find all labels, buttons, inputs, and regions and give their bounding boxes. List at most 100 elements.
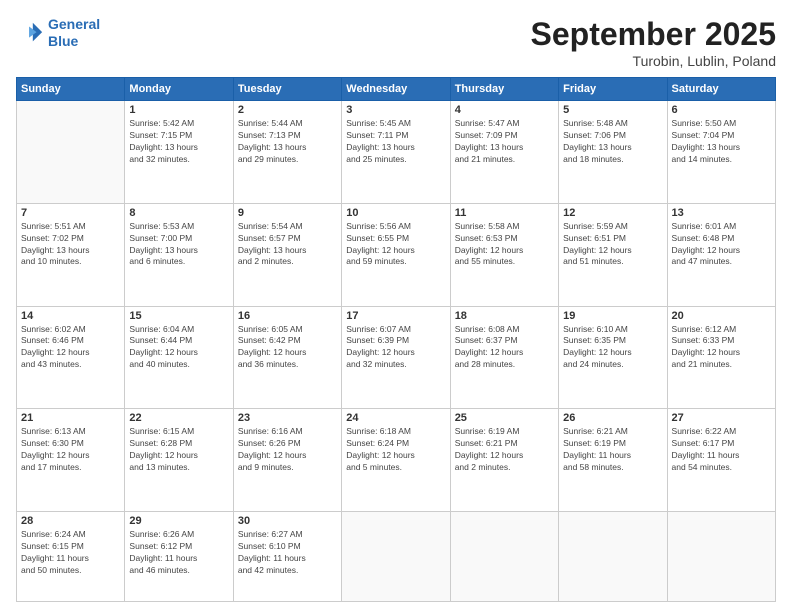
calendar-cell: 17 Sunrise: 6:07 AM Sunset: 6:39 PM Dayli… [342,306,450,409]
logo-text: General Blue [48,16,100,50]
day-number: 16 [238,310,337,322]
day-info: Sunrise: 5:56 AM Sunset: 6:55 PM Dayligh… [346,221,445,269]
day-info: Sunrise: 6:21 AM Sunset: 6:19 PM Dayligh… [563,426,662,474]
calendar-cell [667,512,775,602]
day-info: Sunrise: 6:19 AM Sunset: 6:21 PM Dayligh… [455,426,554,474]
day-number: 28 [21,515,120,527]
calendar-week-3: 14 Sunrise: 6:02 AM Sunset: 6:46 PM Dayli… [17,306,776,409]
day-number: 27 [672,412,771,424]
day-info: Sunrise: 5:58 AM Sunset: 6:53 PM Dayligh… [455,221,554,269]
day-info: Sunrise: 6:12 AM Sunset: 6:33 PM Dayligh… [672,324,771,372]
day-number: 23 [238,412,337,424]
day-number: 17 [346,310,445,322]
calendar-cell: 7 Sunrise: 5:51 AM Sunset: 7:02 PM Daylig… [17,203,125,306]
calendar-table: SundayMondayTuesdayWednesdayThursdayFrid… [16,77,776,602]
day-number: 4 [455,104,554,116]
day-number: 13 [672,207,771,219]
day-number: 3 [346,104,445,116]
calendar-cell: 28 Sunrise: 6:24 AM Sunset: 6:15 PM Dayli… [17,512,125,602]
calendar-cell: 22Sunrise: 6:15 AM Sunset: 6:28 PM Dayli… [125,409,233,512]
location: Turobin, Lublin, Poland [531,53,776,69]
calendar-cell [17,101,125,204]
calendar-cell: 12 Sunrise: 5:59 AM Sunset: 6:51 PM Dayli… [559,203,667,306]
weekday-header-saturday: Saturday [667,78,775,101]
logo: General Blue [16,16,100,50]
day-number: 1 [129,104,228,116]
day-info: Sunrise: 5:54 AM Sunset: 6:57 PM Dayligh… [238,221,337,269]
header: General Blue September 2025 Turobin, Lub… [16,16,776,69]
day-info: Sunrise: 6:10 AM Sunset: 6:35 PM Dayligh… [563,324,662,372]
day-number: 12 [563,207,662,219]
calendar-cell: 9 Sunrise: 5:54 AM Sunset: 6:57 PM Daylig… [233,203,341,306]
calendar-week-1: 1 Sunrise: 5:42 AM Sunset: 7:15 PM Daylig… [17,101,776,204]
day-number: 26 [563,412,662,424]
day-number: 29 [129,515,228,527]
weekday-header-wednesday: Wednesday [342,78,450,101]
weekday-header-row: SundayMondayTuesdayWednesdayThursdayFrid… [17,78,776,101]
day-number: 18 [455,310,554,322]
day-info: Sunrise: 6:07 AM Sunset: 6:39 PM Dayligh… [346,324,445,372]
day-info: Sunrise: 6:13 AM Sunset: 6:30 PM Dayligh… [21,426,120,474]
day-info: Sunrise: 5:47 AM Sunset: 7:09 PM Dayligh… [455,118,554,166]
day-info: Sunrise: 6:26 AM Sunset: 6:12 PM Dayligh… [129,529,228,577]
day-info: Sunrise: 6:15 AM Sunset: 6:28 PM Dayligh… [129,426,228,474]
day-info: Sunrise: 5:42 AM Sunset: 7:15 PM Dayligh… [129,118,228,166]
day-info: Sunrise: 5:45 AM Sunset: 7:11 PM Dayligh… [346,118,445,166]
day-number: 2 [238,104,337,116]
title-block: September 2025 Turobin, Lublin, Poland [531,16,776,69]
day-info: Sunrise: 6:05 AM Sunset: 6:42 PM Dayligh… [238,324,337,372]
calendar-cell: 14 Sunrise: 6:02 AM Sunset: 6:46 PM Dayli… [17,306,125,409]
day-info: Sunrise: 6:18 AM Sunset: 6:24 PM Dayligh… [346,426,445,474]
day-number: 30 [238,515,337,527]
weekday-header-monday: Monday [125,78,233,101]
day-info: Sunrise: 6:08 AM Sunset: 6:37 PM Dayligh… [455,324,554,372]
calendar-cell: 13 Sunrise: 6:01 AM Sunset: 6:48 PM Dayli… [667,203,775,306]
logo-icon [16,19,44,47]
day-info: Sunrise: 5:59 AM Sunset: 6:51 PM Dayligh… [563,221,662,269]
day-number: 20 [672,310,771,322]
calendar-week-4: 21 Sunrise: 6:13 AM Sunset: 6:30 PM Dayli… [17,409,776,512]
calendar-cell: 1 Sunrise: 5:42 AM Sunset: 7:15 PM Daylig… [125,101,233,204]
calendar-cell: 2 Sunrise: 5:44 AM Sunset: 7:13 PM Daylig… [233,101,341,204]
calendar-cell [342,512,450,602]
calendar-cell: 19Sunrise: 6:10 AM Sunset: 6:35 PM Dayli… [559,306,667,409]
day-number: 6 [672,104,771,116]
calendar-cell: 5Sunrise: 5:48 AM Sunset: 7:06 PM Daylig… [559,101,667,204]
day-number: 21 [21,412,120,424]
day-info: Sunrise: 6:16 AM Sunset: 6:26 PM Dayligh… [238,426,337,474]
calendar-cell: 15 Sunrise: 6:04 AM Sunset: 6:44 PM Dayli… [125,306,233,409]
day-info: Sunrise: 5:51 AM Sunset: 7:02 PM Dayligh… [21,221,120,269]
calendar-cell: 20 Sunrise: 6:12 AM Sunset: 6:33 PM Dayli… [667,306,775,409]
day-number: 10 [346,207,445,219]
day-info: Sunrise: 6:01 AM Sunset: 6:48 PM Dayligh… [672,221,771,269]
calendar-cell: 6 Sunrise: 5:50 AM Sunset: 7:04 PM Daylig… [667,101,775,204]
day-number: 15 [129,310,228,322]
calendar-cell: 21 Sunrise: 6:13 AM Sunset: 6:30 PM Dayli… [17,409,125,512]
calendar-week-5: 28 Sunrise: 6:24 AM Sunset: 6:15 PM Dayli… [17,512,776,602]
calendar-cell: 25Sunrise: 6:19 AM Sunset: 6:21 PM Dayli… [450,409,558,512]
calendar-cell [559,512,667,602]
calendar-cell: 27Sunrise: 6:22 AM Sunset: 6:17 PM Dayli… [667,409,775,512]
calendar-cell: 16 Sunrise: 6:05 AM Sunset: 6:42 PM Dayli… [233,306,341,409]
day-number: 7 [21,207,120,219]
day-number: 9 [238,207,337,219]
day-info: Sunrise: 5:50 AM Sunset: 7:04 PM Dayligh… [672,118,771,166]
day-number: 11 [455,207,554,219]
day-info: Sunrise: 5:44 AM Sunset: 7:13 PM Dayligh… [238,118,337,166]
weekday-header-tuesday: Tuesday [233,78,341,101]
calendar-cell: 23 Sunrise: 6:16 AM Sunset: 6:26 PM Dayli… [233,409,341,512]
day-info: Sunrise: 5:53 AM Sunset: 7:00 PM Dayligh… [129,221,228,269]
calendar-cell: 10 Sunrise: 5:56 AM Sunset: 6:55 PM Dayli… [342,203,450,306]
calendar-cell [450,512,558,602]
weekday-header-friday: Friday [559,78,667,101]
weekday-header-thursday: Thursday [450,78,558,101]
calendar-cell: 26 Sunrise: 6:21 AM Sunset: 6:19 PM Dayli… [559,409,667,512]
day-number: 14 [21,310,120,322]
day-info: Sunrise: 5:48 AM Sunset: 7:06 PM Dayligh… [563,118,662,166]
day-info: Sunrise: 6:04 AM Sunset: 6:44 PM Dayligh… [129,324,228,372]
calendar-cell: 3 Sunrise: 5:45 AM Sunset: 7:11 PM Daylig… [342,101,450,204]
calendar-cell: 30Sunrise: 6:27 AM Sunset: 6:10 PM Dayli… [233,512,341,602]
weekday-header-sunday: Sunday [17,78,125,101]
day-info: Sunrise: 6:24 AM Sunset: 6:15 PM Dayligh… [21,529,120,577]
day-info: Sunrise: 6:02 AM Sunset: 6:46 PM Dayligh… [21,324,120,372]
